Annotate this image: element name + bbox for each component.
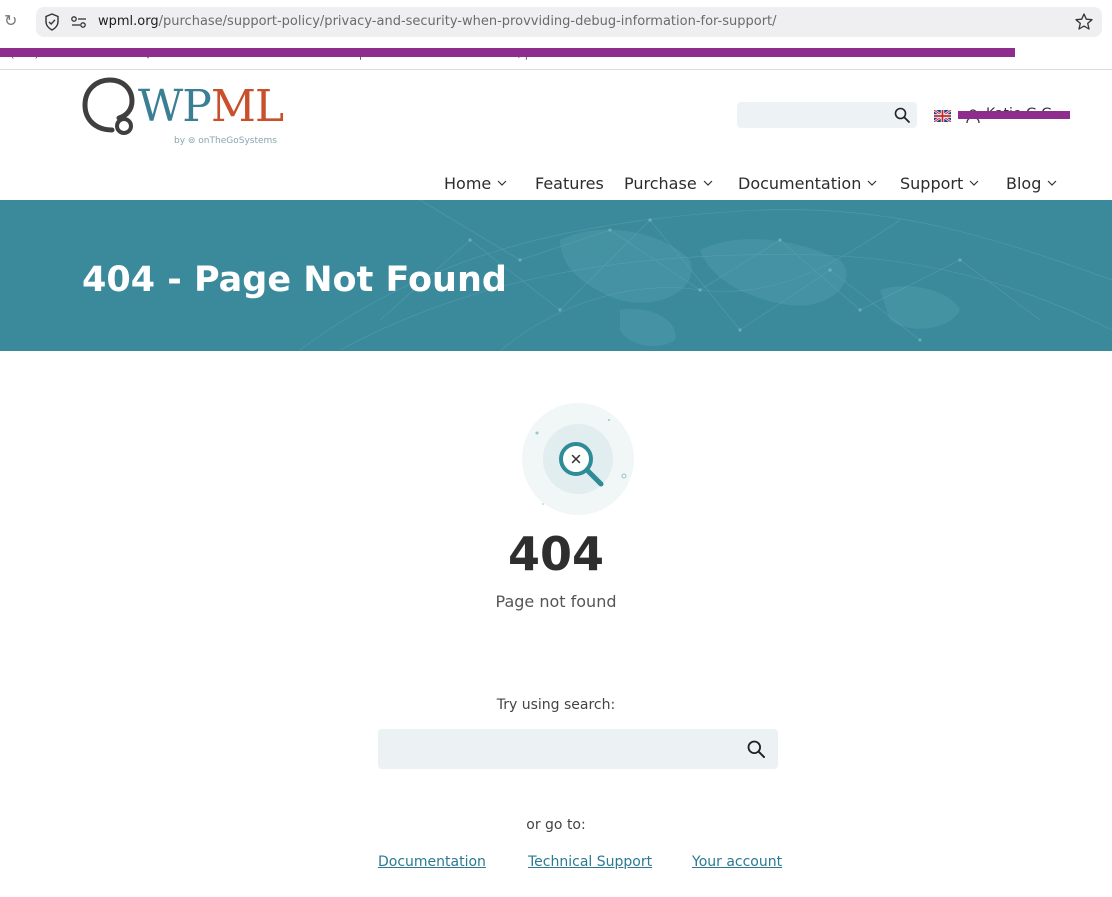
search-icon[interactable] bbox=[893, 106, 911, 124]
bookmark-star-icon[interactable] bbox=[1074, 12, 1094, 32]
nav-item-blog[interactable]: Blog bbox=[1006, 172, 1057, 194]
browser-chrome: ↻ wpml.org/purchase/support-policy/priva… bbox=[0, 0, 1112, 70]
link-your-account[interactable]: Your account bbox=[692, 853, 782, 871]
site-settings-icon[interactable] bbox=[70, 14, 88, 30]
nav-item-label: Support bbox=[900, 173, 964, 193]
nav-item-label: Blog bbox=[1006, 173, 1042, 193]
nav-item-home[interactable]: Home bbox=[444, 172, 507, 194]
nav-item-documentation[interactable]: Documentation bbox=[738, 172, 877, 194]
magnifier-not-found-icon bbox=[522, 403, 634, 515]
url-text[interactable]: wpml.org/purchase/support-policy/privacy… bbox=[98, 13, 777, 31]
search-input[interactable] bbox=[378, 729, 738, 769]
nav-item-label: Features bbox=[535, 173, 604, 193]
page-title: 404 - Page Not Found bbox=[82, 260, 507, 300]
logo-ml: ML bbox=[210, 81, 284, 132]
address-bar[interactable]: wpml.org/purchase/support-policy/privacy… bbox=[36, 7, 1102, 37]
redaction-bar bbox=[958, 111, 1070, 119]
nav-item-features[interactable]: Features bbox=[535, 172, 604, 194]
logo-wp: WP bbox=[138, 81, 212, 132]
error-code: 404 bbox=[507, 527, 605, 581]
logo-byline: by ⊚ onTheGoSystems bbox=[174, 136, 277, 146]
search-icon[interactable] bbox=[746, 739, 766, 759]
hero-banner: 404 - Page Not Found bbox=[0, 200, 1112, 351]
nav-item-label: Documentation bbox=[738, 173, 862, 193]
main-search-box[interactable] bbox=[378, 729, 778, 769]
chevron-down-icon bbox=[969, 180, 979, 186]
logo-wordmark: WPML bbox=[138, 81, 284, 132]
header-search-input[interactable] bbox=[737, 102, 917, 128]
url-host: wpml.org bbox=[98, 14, 159, 29]
chevron-down-icon bbox=[703, 180, 713, 186]
link-documentation[interactable]: Documentation bbox=[378, 853, 486, 871]
error-message: Page not found bbox=[495, 592, 617, 611]
wpml-logo[interactable]: WPML by ⊚ onTheGoSystems bbox=[82, 76, 284, 152]
chevron-down-icon bbox=[497, 180, 507, 186]
logo-mark-icon bbox=[82, 77, 135, 135]
chevron-down-icon bbox=[867, 180, 877, 186]
goto-prompt: or go to: bbox=[526, 817, 586, 833]
nav-item-label: Purchase bbox=[624, 173, 697, 193]
search-prompt: Try using search: bbox=[496, 697, 616, 713]
shield-icon[interactable] bbox=[44, 13, 60, 31]
nav-item-support[interactable]: Support bbox=[900, 172, 979, 194]
chevron-down-icon bbox=[1047, 180, 1057, 186]
url-path: /purchase/support-policy/privacy-and-sec… bbox=[158, 14, 777, 29]
link-technical-support[interactable]: Technical Support bbox=[528, 853, 652, 871]
uk-flag-icon[interactable] bbox=[934, 110, 951, 122]
nav-item-label: Home bbox=[444, 173, 492, 193]
reload-icon[interactable]: ↻ bbox=[4, 12, 22, 30]
nav-item-purchase[interactable]: Purchase bbox=[624, 172, 713, 194]
redaction-bar bbox=[0, 48, 1015, 57]
